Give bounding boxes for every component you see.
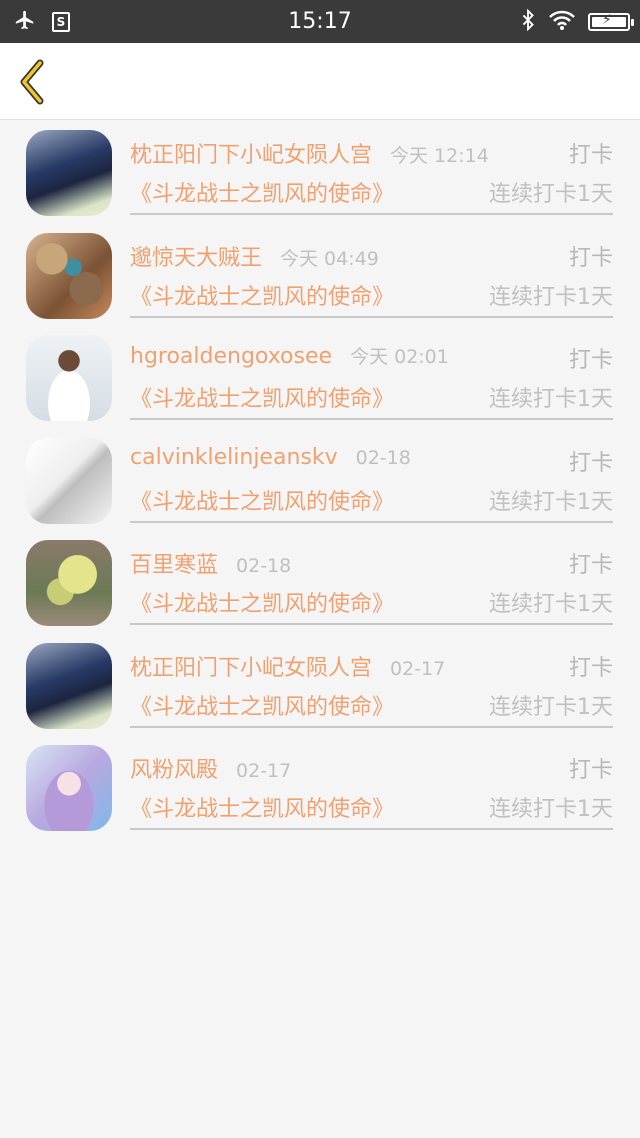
checkin-list: 枕正阳门下小屺女陨人宫 今天 12:14 打卡 《斗龙战士之凯风的使命》 连续打卡… — [0, 121, 640, 839]
checkin-action: 打卡 — [568, 553, 613, 578]
chevron-left-icon — [20, 59, 44, 105]
checkin-time: 02-17 — [236, 760, 292, 782]
avatar[interactable] — [26, 642, 112, 729]
work-title[interactable]: 《斗龙战士之凯风的使命》 — [130, 484, 394, 516]
streak-label: 连续打卡1天 — [489, 284, 613, 310]
avatar[interactable] — [26, 130, 112, 216]
avatar[interactable] — [26, 232, 112, 319]
work-title[interactable]: 《斗龙战士之凯风的使命》 — [130, 279, 394, 311]
avatar[interactable] — [26, 745, 112, 831]
work-title[interactable]: 《斗龙战士之凯风的使命》 — [130, 176, 394, 208]
checkin-action: 打卡 — [568, 245, 613, 271]
checkin-time: 今天 04:49 — [280, 247, 379, 270]
user-name[interactable]: 枕正阳门下小屺女陨人宫 — [130, 656, 372, 681]
work-title[interactable]: 《斗龙战士之凯风的使命》 — [130, 381, 394, 413]
back-button[interactable] — [14, 57, 54, 107]
checkin-action: 打卡 — [568, 450, 613, 476]
list-item[interactable]: calvinklelinjeanskv 02-18 打卡 《斗龙战士之凯风的使命》… — [0, 429, 640, 532]
battery-charging-icon: ⚡ — [588, 12, 634, 31]
list-item[interactable]: 百里寒蓝 02-18 打卡 《斗龙战士之凯风的使命》 连续打卡1天 — [0, 531, 640, 634]
user-name[interactable]: calvinklelinjeanskv — [130, 445, 338, 470]
work-title[interactable]: 《斗龙战士之凯风的使命》 — [130, 586, 394, 618]
checkin-action: 打卡 — [568, 348, 613, 373]
bluetooth-icon — [520, 8, 536, 35]
user-name[interactable]: 枕正阳门下小屺女陨人宫 — [130, 143, 372, 168]
checkin-time: 02-18 — [355, 446, 411, 469]
checkin-time: 今天 02:01 — [350, 346, 449, 368]
streak-label: 连续打卡1天 — [489, 797, 613, 822]
checkin-action: 打卡 — [568, 655, 613, 681]
user-name[interactable]: 邈惊天大贼王 — [130, 246, 262, 271]
avatar[interactable] — [26, 437, 112, 524]
streak-label: 连续打卡1天 — [489, 592, 613, 617]
streak-label: 连续打卡1天 — [489, 489, 613, 515]
checkin-time: 今天 12:14 — [390, 145, 489, 167]
work-title[interactable]: 《斗龙战士之凯风的使命》 — [130, 791, 394, 823]
list-item[interactable]: hgroaldengoxosee 今天 02:01 打卡 《斗龙战士之凯风的使命》… — [0, 326, 640, 429]
user-name[interactable]: hgroaldengoxosee — [130, 344, 332, 369]
user-name[interactable]: 百里寒蓝 — [130, 553, 218, 578]
status-bar: S 15:17 ⚡ — [0, 0, 640, 43]
user-name[interactable]: 风粉风殿 — [130, 758, 218, 783]
nav-bar — [0, 43, 640, 120]
work-title[interactable]: 《斗龙战士之凯风的使命》 — [130, 689, 394, 721]
streak-label: 连续打卡1天 — [489, 182, 613, 207]
avatar[interactable] — [26, 540, 112, 626]
list-item[interactable]: 枕正阳门下小屺女陨人宫 今天 12:14 打卡 《斗龙战士之凯风的使命》 连续打卡… — [0, 121, 640, 224]
streak-label: 连续打卡1天 — [489, 387, 613, 412]
streak-label: 连续打卡1天 — [489, 694, 613, 720]
checkin-time: 02-17 — [390, 657, 446, 680]
list-item[interactable]: 风粉风殿 02-17 打卡 《斗龙战士之凯风的使命》 连续打卡1天 — [0, 736, 640, 839]
wifi-icon — [548, 9, 576, 35]
list-item[interactable]: 枕正阳门下小屺女陨人宫 02-17 打卡 《斗龙战士之凯风的使命》 连续打卡1天 — [0, 634, 640, 737]
checkin-action: 打卡 — [568, 143, 613, 168]
avatar[interactable] — [26, 335, 112, 421]
checkin-time: 02-18 — [236, 555, 292, 577]
checkin-action: 打卡 — [568, 758, 613, 783]
list-item[interactable]: 邈惊天大贼王 今天 04:49 打卡 《斗龙战士之凯风的使命》 连续打卡1天 — [0, 224, 640, 327]
